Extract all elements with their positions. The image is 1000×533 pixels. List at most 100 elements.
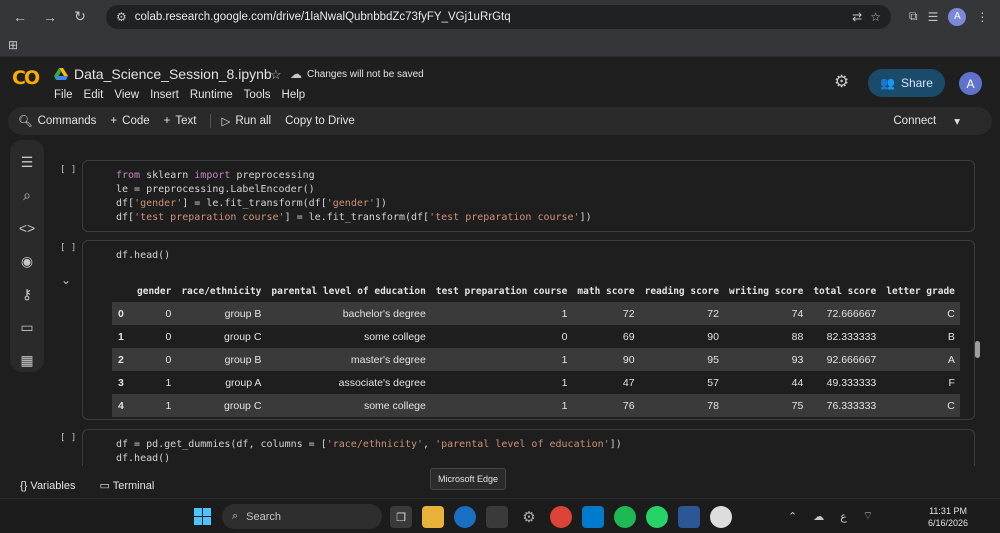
notebook-toolbar: 🔍︎ Commands + Code + Text ▷ Run all Copy… <box>8 107 992 135</box>
copy-to-drive-button[interactable]: Copy to Drive <box>285 115 355 127</box>
add-code-button[interactable]: + Code <box>110 115 149 127</box>
variables-eye-icon[interactable]: ◉ <box>17 251 37 271</box>
code-cell[interactable]: from sklearn import preprocessing le = p… <box>82 160 975 232</box>
table-cell: 88 <box>791 330 804 343</box>
translate-icon[interactable]: ⇄ <box>852 10 862 24</box>
table-header: race/ethnicity <box>181 285 262 297</box>
table-cell: 44 <box>791 376 804 389</box>
code-editor[interactable]: df.head() <box>83 241 974 263</box>
profile-avatar[interactable]: A <box>948 7 967 26</box>
find-replace-icon[interactable]: ⌕ <box>17 185 37 205</box>
colab-logo[interactable]: CO <box>12 67 44 89</box>
share-button[interactable]: 👥 Share <box>868 69 945 97</box>
star-icon[interactable]: ☆ <box>270 67 282 83</box>
user-avatar[interactable]: A <box>959 72 982 95</box>
menu-runtime[interactable]: Runtime <box>190 89 233 101</box>
connect-button[interactable]: Connect <box>893 115 936 127</box>
table-cell: B <box>947 330 955 343</box>
whatsapp-icon[interactable] <box>646 506 668 528</box>
table-cell: 72.666667 <box>808 302 882 325</box>
code-snippets-icon[interactable]: <> <box>17 218 37 238</box>
browser-toolbar: ← → ↻ ⚙ colab.research.google.com/drive/… <box>0 0 1000 33</box>
table-cell: group C <box>176 394 267 417</box>
menu-tools[interactable]: Tools <box>244 89 271 101</box>
reading-list-icon[interactable]: ☰ <box>928 10 939 24</box>
files-folder-icon[interactable]: ▭ <box>17 317 37 337</box>
table-of-contents-icon[interactable]: ☰ <box>17 152 37 172</box>
app-icon[interactable] <box>710 506 732 528</box>
menu-file[interactable]: File <box>54 89 73 101</box>
chevron-up-icon[interactable]: ⌃ <box>788 510 797 523</box>
site-info-icon[interactable]: ⚙ <box>116 10 127 24</box>
edge-icon[interactable] <box>454 506 476 528</box>
table-cell: 0 <box>165 330 172 343</box>
table-row: 3 1 group A associate's degree 1 47 57 4… <box>112 371 960 394</box>
table-header: gender <box>137 285 172 297</box>
menu-insert[interactable]: Insert <box>150 89 179 101</box>
table-cell: 82.333333 <box>826 330 877 343</box>
table-header: math score <box>577 285 635 297</box>
play-icon: ▷ <box>221 116 231 128</box>
table-cell: 0 <box>561 330 568 343</box>
terminal-label: Terminal <box>112 480 155 492</box>
url-text[interactable]: colab.research.google.com/drive/1laNwalQ… <box>135 11 844 23</box>
menu-help[interactable]: Help <box>282 89 306 101</box>
scrollbar-thumb[interactable] <box>975 341 980 358</box>
table-cell: 74 <box>723 302 809 325</box>
vscode-icon[interactable] <box>582 506 604 528</box>
forward-icon[interactable]: → <box>38 5 62 29</box>
chrome-icon[interactable] <box>550 506 572 528</box>
back-icon[interactable]: ← <box>8 5 32 29</box>
data-table-icon[interactable]: ▦ <box>17 350 37 370</box>
language-indicator[interactable]: ع <box>840 510 847 523</box>
code-editor[interactable]: df = pd.get_dummies(df, columns = ['race… <box>83 430 974 466</box>
store-icon[interactable] <box>486 506 508 528</box>
table-cell: 0 <box>132 302 177 325</box>
cell-run-indicator[interactable]: [ ] <box>60 433 76 443</box>
onedrive-icon[interactable]: ☁ <box>813 510 824 523</box>
commands-button[interactable]: 🔍︎ Commands <box>18 114 96 128</box>
settings-gear-icon[interactable]: ⚙ <box>834 72 849 92</box>
table-cell: A <box>881 348 960 371</box>
extensions-icon[interactable]: ⧉ <box>909 9 918 24</box>
chevron-down-icon[interactable]: ▾ <box>954 114 960 128</box>
notebook-title[interactable]: Data_Science_Session_8.ipynb <box>74 66 272 82</box>
settings-icon[interactable]: ⚙ <box>518 506 540 528</box>
app-icon[interactable] <box>678 506 700 528</box>
task-view-icon[interactable]: ❐ <box>390 506 412 528</box>
table-cell: 2 <box>112 348 132 371</box>
clock-time: 11:31 PM <box>929 506 967 516</box>
table-cell: some college <box>266 394 431 417</box>
code-label: Code <box>122 115 150 127</box>
variables-button[interactable]: {} Variables <box>20 480 75 492</box>
wifi-icon[interactable]: ⌔ <box>863 509 873 523</box>
left-sidebar: ☰ ⌕ <> ◉ ⚷ ▭ ▦ <box>10 140 44 372</box>
taskbar-clock[interactable]: 11:31 PM 6/16/2026 <box>928 505 968 529</box>
secrets-key-icon[interactable]: ⚷ <box>17 284 37 304</box>
add-text-button[interactable]: + Text <box>164 115 197 127</box>
more-menu-icon[interactable]: ⋮ <box>976 10 988 24</box>
cell-run-indicator[interactable]: [ ] <box>60 243 76 253</box>
windows-taskbar: ⌕ Search ❐ ⚙ ⌃ ☁ ع ⌔ 11:31 PM 6/16/2026 <box>0 498 1000 533</box>
run-all-button[interactable]: ▷ Run all <box>221 114 271 128</box>
table-cell: 75 <box>723 394 809 417</box>
table-cell: associate's degree <box>338 376 426 389</box>
menu-view[interactable]: View <box>114 89 139 101</box>
cell-run-indicator[interactable]: [ ] <box>60 165 76 175</box>
taskbar-search[interactable]: ⌕ Search <box>222 504 382 529</box>
spotify-icon[interactable] <box>614 506 636 528</box>
terminal-button[interactable]: ▭ Terminal <box>99 479 154 492</box>
reload-icon[interactable]: ↻ <box>68 5 92 29</box>
collapse-output-icon[interactable]: ⌄ <box>61 273 71 287</box>
apps-grid-icon[interactable]: ⊞ <box>8 38 18 52</box>
code-editor[interactable]: from sklearn import preprocessing le = p… <box>83 161 974 225</box>
table-cell: 72 <box>639 302 724 325</box>
file-explorer-icon[interactable] <box>422 506 444 528</box>
windows-start-icon[interactable] <box>194 508 211 525</box>
address-bar[interactable]: ⚙ colab.research.google.com/drive/1laNwa… <box>106 4 891 29</box>
code-cell[interactable]: df = pd.get_dummies(df, columns = ['race… <box>82 429 975 466</box>
text-label: Text <box>175 115 197 127</box>
menu-edit[interactable]: Edit <box>84 89 104 101</box>
bookmark-star-icon[interactable]: ☆ <box>870 10 881 24</box>
table-cell: 72 <box>572 302 640 325</box>
